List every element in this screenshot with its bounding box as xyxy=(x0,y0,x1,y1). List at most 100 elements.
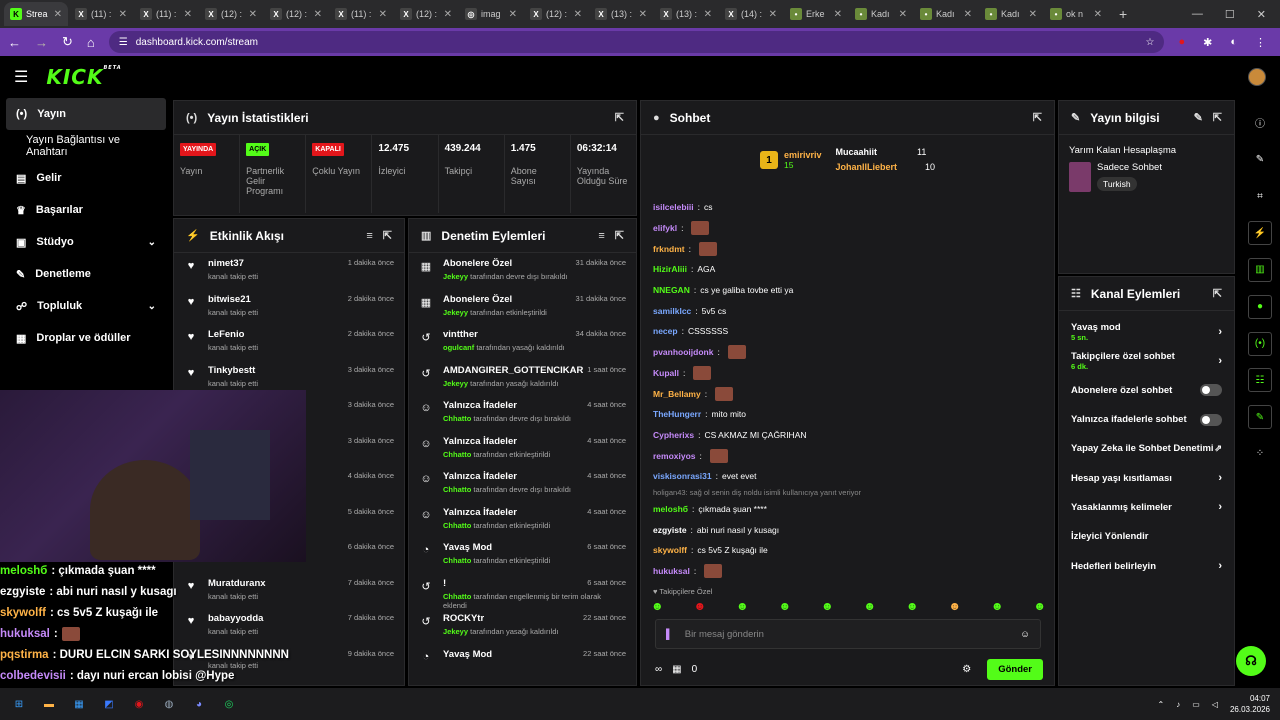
chat-username[interactable]: HizirAliii xyxy=(653,264,687,274)
sliders-icon[interactable]: ☷ xyxy=(1248,368,1272,393)
moderation-item[interactable]: ▦ Abonelere Özel 31 dakika önce Jekeyy tara… xyxy=(409,253,636,289)
moderation-item[interactable]: ↺ ROCKYtr 22 saat önce Jekeyy tarafından ya… xyxy=(409,608,636,644)
chat-message[interactable]: frkndmt: xyxy=(653,238,1053,259)
browser-tab[interactable]: K Strea ✕ xyxy=(4,2,68,26)
maximize-icon[interactable]: ☐ xyxy=(1225,8,1235,21)
emote-icon[interactable]: ☻ xyxy=(778,599,791,613)
kick-logo[interactable]: KICKBETA xyxy=(46,65,121,89)
channel-action[interactable]: Yalnızca ifadelerle sohbet xyxy=(1059,405,1234,434)
browser-tab[interactable]: X (11) : ✕ xyxy=(329,2,393,26)
close-tab-icon[interactable]: ✕ xyxy=(314,9,322,20)
moderation-item[interactable]: ↺ vintther 34 dakika önce ogulcanf tarafınd… xyxy=(409,324,636,360)
channel-action[interactable]: Yapay Zeka ile Sohbet Denetimi ⇗ xyxy=(1059,434,1234,463)
chat-message[interactable]: hukuksal: xyxy=(653,561,1053,582)
store-icon[interactable]: ▦ xyxy=(70,695,88,713)
chat-username[interactable]: samilklcc xyxy=(653,306,691,316)
chat-username[interactable]: viskisonrasi31 xyxy=(653,471,712,481)
steam-icon[interactable]: ◍ xyxy=(160,695,178,713)
browser-tab[interactable]: X (11) : ✕ xyxy=(134,2,198,26)
chat-username[interactable]: frkndmt xyxy=(653,244,685,254)
gifter-row[interactable]: Mucaahiit 11 xyxy=(836,145,936,160)
emote-icon[interactable]: ☻ xyxy=(736,599,749,613)
channel-action[interactable]: Takipçilere özel sohbet 6 dk. › xyxy=(1059,346,1234,375)
chat-username[interactable]: Cypherixs xyxy=(653,430,694,440)
profile-avatar-icon[interactable]: ◐ xyxy=(1230,36,1237,48)
close-window-icon[interactable]: ✕ xyxy=(1257,8,1266,21)
moderation-item[interactable]: ☺ Yalnızca İfadeler 4 saat önce Chhatto tar… xyxy=(409,431,636,467)
gifter-row[interactable]: JohanIlLiebert 10 xyxy=(836,160,936,175)
emote-icon[interactable]: ☻ xyxy=(693,599,706,613)
chat-message[interactable]: ezgyiste: abi nuri nasıl y kusagı xyxy=(653,519,1053,540)
emoji-picker-icon[interactable]: ☺ xyxy=(1020,629,1030,640)
chat-message[interactable]: necep: CSSSSSS xyxy=(653,321,1053,342)
chat-username[interactable]: isilcelebiii xyxy=(653,202,694,212)
browser-tab[interactable]: X (14) : ✕ xyxy=(719,2,783,26)
chat-username[interactable]: necep xyxy=(653,326,678,336)
chrome-icon[interactable]: ◉ xyxy=(130,695,148,713)
chat-settings-icon[interactable]: ⚙ xyxy=(962,664,971,675)
close-tab-icon[interactable]: ✕ xyxy=(1029,9,1037,20)
menu-icon[interactable]: ☰ xyxy=(14,67,28,87)
close-tab-icon[interactable]: ✕ xyxy=(184,9,192,20)
lightning-icon[interactable]: ⚡ xyxy=(1248,221,1272,246)
close-tab-icon[interactable]: ✕ xyxy=(249,9,257,20)
activity-item[interactable]: ♥ nimet37 1 dakika önce kanalı takip etti xyxy=(174,253,404,289)
filter-icon[interactable]: ≡ xyxy=(598,230,604,242)
popout-icon[interactable]: ⇱ xyxy=(1213,111,1222,124)
chat-username[interactable]: Mr_Bellamy xyxy=(653,389,701,399)
activity-item[interactable]: ♥ LeFenio 2 dakika önce kanalı takip etti xyxy=(174,324,404,360)
emote-icon[interactable]: ☻ xyxy=(651,599,664,613)
chat-message[interactable]: Mr_Bellamy: xyxy=(653,383,1053,404)
send-button[interactable]: Gönder xyxy=(987,658,1043,680)
chat-message-input[interactable]: ▌ Bir mesaj gönderin ☺ xyxy=(655,619,1041,649)
chevron-up-icon[interactable]: ⌃ xyxy=(1158,700,1165,709)
popout-icon[interactable]: ⇱ xyxy=(383,229,392,242)
display-icon[interactable]: ▭ xyxy=(1192,700,1200,709)
spotify-icon[interactable]: ◎ xyxy=(220,695,238,713)
close-tab-icon[interactable]: ✕ xyxy=(834,9,842,20)
sidebar-item-gelir[interactable]: ▤ Gelir xyxy=(0,162,172,194)
volume-icon[interactable]: ◁ xyxy=(1212,700,1218,709)
close-tab-icon[interactable]: ✕ xyxy=(639,9,647,20)
screenshot-icon[interactable]: ⌗ xyxy=(1248,184,1272,208)
chat-username[interactable]: ezgyiste xyxy=(653,525,687,535)
moderation-item[interactable]: ◔ Yavaş Mod 6 saat önce Chhatto tarafından … xyxy=(409,537,636,573)
chat-message[interactable]: elifykl: xyxy=(653,218,1053,239)
channel-action[interactable]: Hedefleri belirleyin › xyxy=(1059,551,1234,580)
browser-tab[interactable]: X (13) : ✕ xyxy=(654,2,718,26)
sidebar-item-stream-key[interactable]: Yayın Bağlantısı ve Anahtarı xyxy=(0,130,172,162)
browser-menu-icon[interactable]: ⋮ xyxy=(1255,36,1266,49)
popout-icon[interactable]: ⇱ xyxy=(1213,287,1222,300)
broadcast-icon[interactable]: (•) xyxy=(1248,331,1272,356)
edit-icon[interactable]: ✎ xyxy=(1194,111,1203,124)
sidebar-item-denetleme[interactable]: ✎ Denetleme xyxy=(0,258,172,290)
browser-tab[interactable]: X (12) : ✕ xyxy=(264,2,328,26)
moderation-item[interactable]: ☺ Yalnızca İfadeler 4 saat önce Chhatto tar… xyxy=(409,466,636,502)
close-tab-icon[interactable]: ✕ xyxy=(54,9,62,20)
chat-message[interactable]: Cypherixs: CS AKMAZ MI ÇAĞRIHAN xyxy=(653,425,1053,446)
windows-start-icon[interactable]: ⊞ xyxy=(10,695,28,713)
chat-message[interactable]: HizirAliii: AGA xyxy=(653,259,1053,280)
connections-icon[interactable]: ⁘ xyxy=(1248,442,1272,466)
close-tab-icon[interactable]: ✕ xyxy=(444,9,452,20)
moderation-item[interactable]: ☺ Yalnızca İfadeler 4 saat önce Chhatto tar… xyxy=(409,395,636,431)
chat-username[interactable]: pvanhooijdonk xyxy=(653,347,713,357)
chat-message[interactable]: skywolff: cs 5v5 Z kuşağı ile xyxy=(653,540,1053,561)
close-tab-icon[interactable]: ✕ xyxy=(119,9,127,20)
chat-message[interactable]: TheHungerr: mito mito xyxy=(653,404,1053,425)
chat-message[interactable]: pvanhooijdonk: xyxy=(653,342,1053,363)
sidebar-item-basarilar[interactable]: ♛ Başarılar xyxy=(0,194,172,226)
chat-username[interactable]: NNEGAN xyxy=(653,285,690,295)
sidebar-item-topluluk[interactable]: ☍ Topluluk ⌄ xyxy=(0,290,172,322)
popout-icon[interactable]: ⇱ xyxy=(1033,111,1042,124)
activity-item[interactable]: ♥ bitwise21 2 dakika önce kanalı takip etti xyxy=(174,289,404,325)
close-tab-icon[interactable]: ✕ xyxy=(1094,9,1102,20)
chat-message[interactable]: meloshб: çıkmada şuan **** xyxy=(653,499,1053,520)
chat-username[interactable]: remoxiyos xyxy=(653,451,696,461)
channel-action[interactable]: Yavaş mod 5 sn. › xyxy=(1059,317,1234,346)
top-gifter-1[interactable]: 1 emirivriv 15 xyxy=(759,150,822,170)
pencil-icon[interactable]: ✎ xyxy=(1248,148,1272,172)
toggle-switch[interactable] xyxy=(1200,384,1222,397)
close-tab-icon[interactable]: ✕ xyxy=(509,9,517,20)
moderation-item[interactable]: ☺ Yalnızca İfadeler 4 saat önce Chhatto tar… xyxy=(409,502,636,538)
